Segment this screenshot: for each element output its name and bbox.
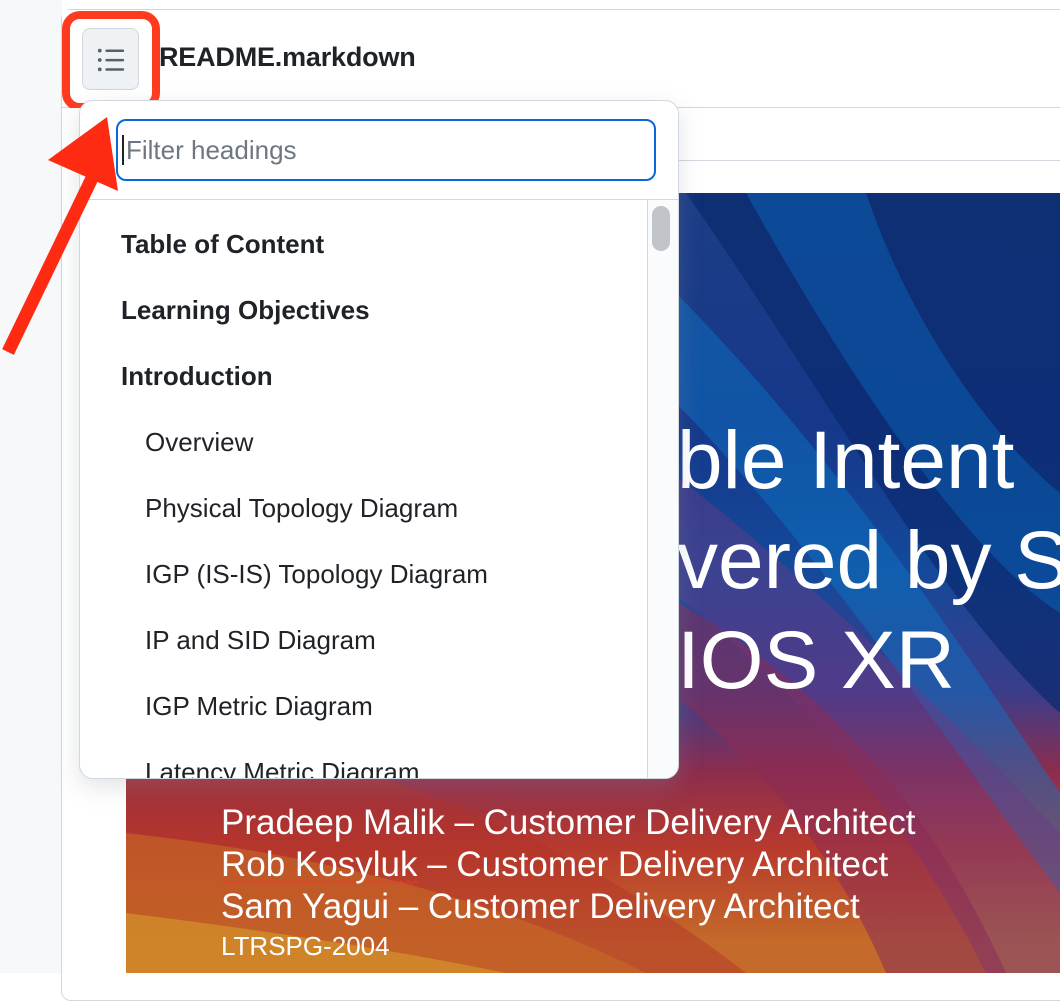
presenter-separator: –	[417, 845, 457, 884]
file-title: README.markdown	[159, 42, 416, 72]
toc-scrollbar-thumb[interactable]	[652, 206, 670, 251]
toc-item-igp-topology-diagram[interactable]: IGP (IS-IS) Topology Diagram	[145, 559, 488, 590]
presenter-separator: –	[388, 887, 428, 926]
toc-item-overview[interactable]: Overview	[145, 427, 253, 458]
presenter-name: Rob Kosyluk	[221, 845, 418, 884]
presenter-role: Customer Delivery Architect	[456, 845, 889, 884]
presenter-role: Customer Delivery Architect	[427, 887, 860, 926]
toc-item-physical-topology-diagram[interactable]: Physical Topology Diagram	[145, 493, 458, 524]
toc-item-learning-objectives[interactable]: Learning Objectives	[121, 295, 370, 326]
presenter-separator: –	[444, 803, 484, 842]
annotation-highlight-box	[62, 11, 160, 111]
presenter-name: Sam Yagui	[221, 887, 389, 926]
presenter-line: Sam Yagui – Customer Delivery Architect	[221, 887, 860, 927]
toc-item-igp-metric-diagram[interactable]: IGP Metric Diagram	[145, 691, 373, 722]
text-cursor	[122, 135, 124, 165]
presenter-role: Customer Delivery Architect	[483, 803, 916, 842]
session-code: LTRSPG-2004	[221, 931, 390, 961]
toc-item-introduction[interactable]: Introduction	[121, 361, 273, 392]
presenter-line: Rob Kosyluk – Customer Delivery Architec…	[221, 845, 888, 885]
presenter-name: Pradeep Malik	[221, 803, 445, 842]
toc-scrollbar-track[interactable]	[647, 200, 678, 778]
slide-title: ble Intent vered by S IOS XR	[677, 415, 1060, 706]
toc-item-ip-and-sid-diagram[interactable]: IP and SID Diagram	[145, 625, 376, 656]
toc-item-table-of-content[interactable]: Table of Content	[121, 229, 324, 260]
filter-section	[80, 101, 678, 200]
toc-dropdown: Table of Content Learning Objectives Int…	[79, 100, 679, 779]
toc-item-latency-metric-diagram[interactable]: Latency Metric Diagram	[145, 757, 420, 778]
presenter-line: Pradeep Malik – Customer Delivery Archit…	[221, 803, 915, 843]
toc-list: Table of Content Learning Objectives Int…	[80, 200, 646, 778]
filter-headings-input[interactable]	[116, 119, 656, 181]
page-background	[0, 0, 62, 973]
